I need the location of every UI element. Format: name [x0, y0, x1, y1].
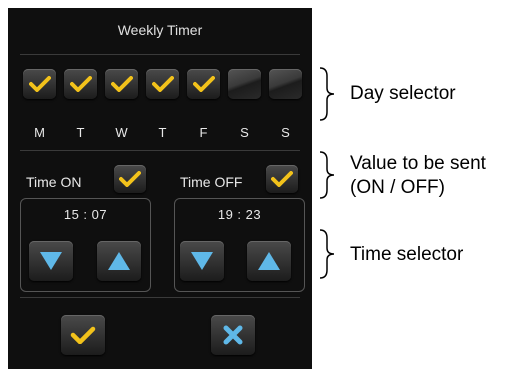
- day-button-sat[interactable]: [228, 69, 261, 99]
- check-icon: [151, 76, 174, 92]
- time-on-decrease-button[interactable]: [29, 241, 73, 281]
- panel-title: Weekly Timer: [117, 22, 203, 38]
- time-off-decrease-button[interactable]: [180, 241, 224, 281]
- weekly-timer-panel: Weekly Timer M T W T F S S Time ON Time …: [8, 8, 312, 369]
- day-label-wed: W: [115, 125, 128, 140]
- time-on-value: 15 : 07: [63, 207, 108, 222]
- day-label-tue: T: [76, 125, 85, 140]
- time-on-label: Time ON: [26, 174, 82, 190]
- time-off-label: Time OFF: [180, 174, 243, 190]
- check-icon: [28, 76, 51, 92]
- day-selector-brace: [319, 67, 335, 121]
- time-on-checkbox[interactable]: [114, 165, 146, 193]
- arrow-down-icon: [38, 250, 64, 272]
- day-label-fri: F: [199, 125, 208, 140]
- check-icon: [119, 171, 141, 187]
- check-icon: [192, 76, 215, 92]
- value-annotation-line2: (ON / OFF): [350, 177, 445, 198]
- day-button-mon[interactable]: [23, 69, 56, 99]
- day-selector-annotation: Day selector: [350, 83, 456, 104]
- arrow-down-icon: [189, 250, 215, 272]
- day-label-thu: T: [158, 125, 167, 140]
- divider: [20, 54, 300, 55]
- check-icon: [110, 76, 133, 92]
- day-label-sun: S: [281, 125, 290, 140]
- close-icon: [222, 324, 244, 346]
- confirm-button[interactable]: [61, 315, 105, 355]
- day-label-sat: S: [240, 125, 249, 140]
- value-brace: [319, 151, 335, 199]
- time-selector-annotation: Time selector: [350, 244, 464, 265]
- arrow-up-icon: [256, 250, 282, 272]
- day-button-tue[interactable]: [64, 69, 97, 99]
- day-button-fri[interactable]: [187, 69, 220, 99]
- day-button-wed[interactable]: [105, 69, 138, 99]
- time-off-value: 19 : 23: [217, 207, 262, 222]
- time-on-increase-button[interactable]: [97, 241, 141, 281]
- divider: [20, 297, 300, 298]
- time-off-increase-button[interactable]: [247, 241, 291, 281]
- time-off-selector: 19 : 23: [174, 198, 305, 292]
- check-icon: [271, 171, 293, 187]
- check-icon: [70, 326, 96, 344]
- time-off-checkbox[interactable]: [266, 165, 298, 193]
- day-button-thu[interactable]: [146, 69, 179, 99]
- check-icon: [69, 76, 92, 92]
- cancel-button[interactable]: [211, 315, 255, 355]
- divider: [20, 150, 300, 151]
- arrow-up-icon: [106, 250, 132, 272]
- value-annotation-line1: Value to be sent: [350, 153, 486, 174]
- day-label-mon: M: [34, 125, 45, 140]
- time-selector-brace: [319, 229, 335, 279]
- time-on-selector: 15 : 07: [20, 198, 151, 292]
- day-button-sun[interactable]: [269, 69, 302, 99]
